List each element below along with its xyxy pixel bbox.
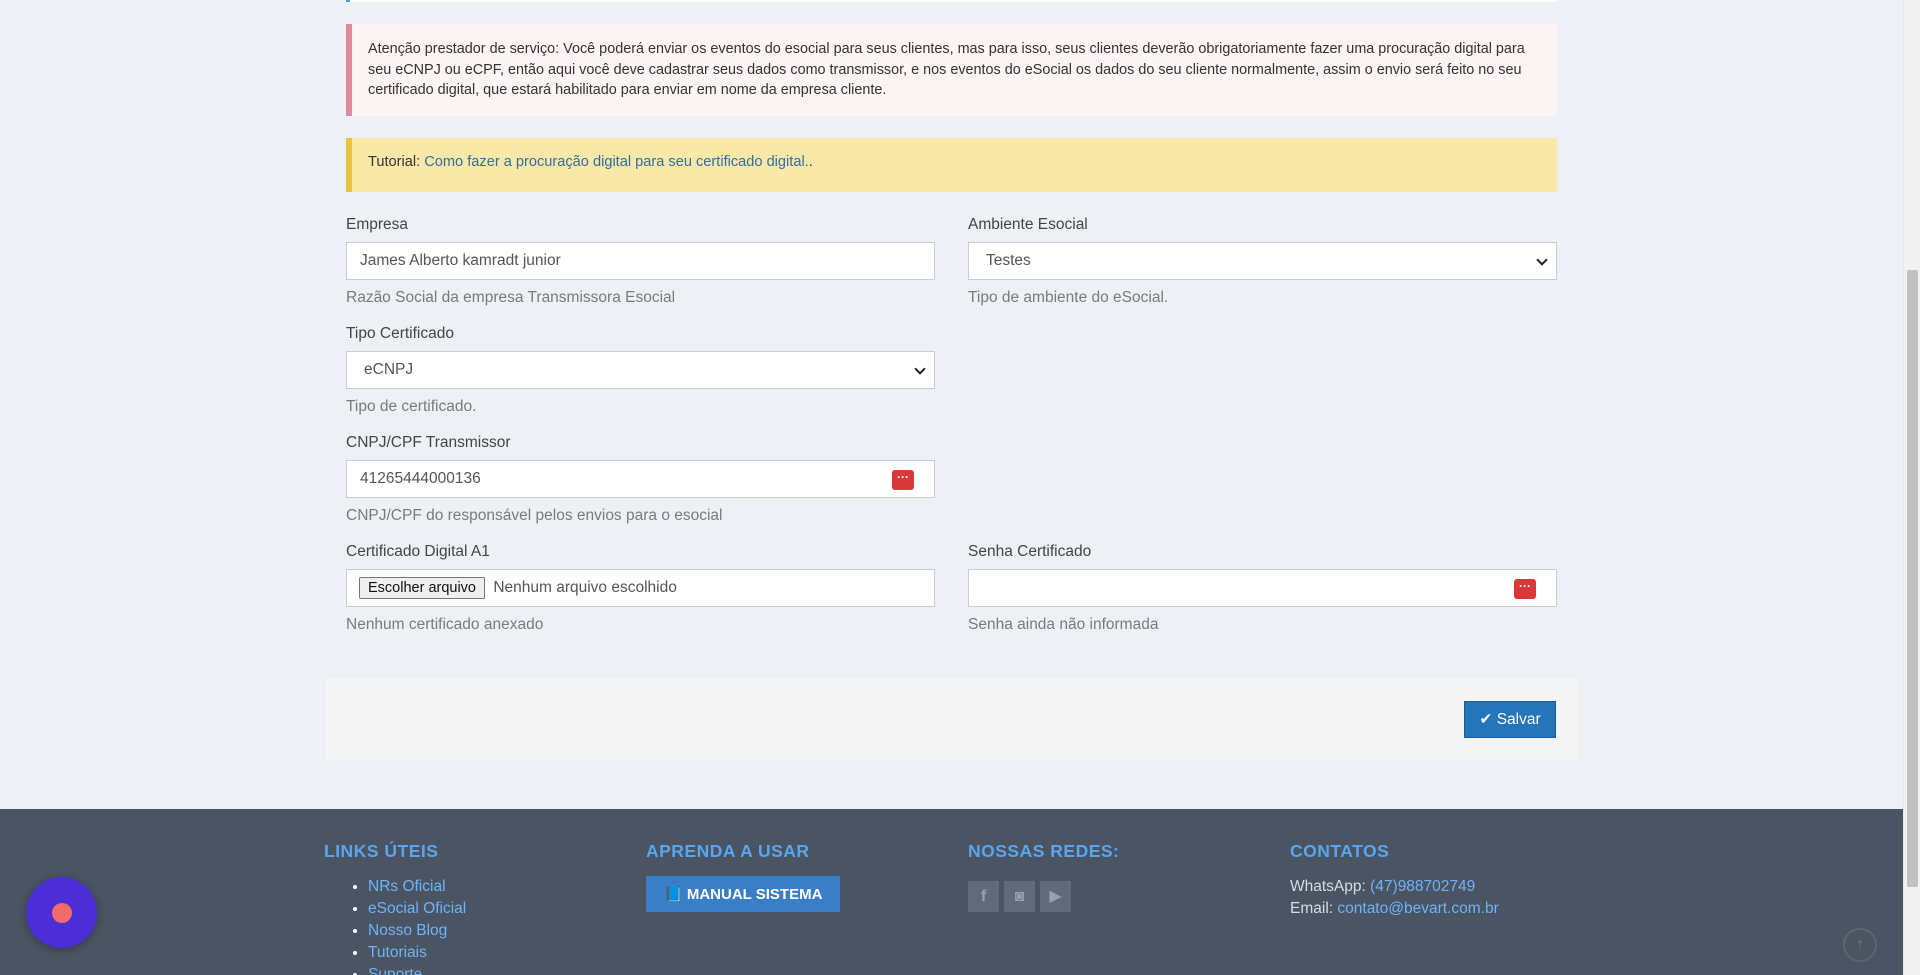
- email-link[interactable]: contato@bevart.com.br: [1337, 900, 1498, 917]
- save-label: Salvar: [1496, 711, 1541, 728]
- tutorial-link[interactable]: Como fazer a procuração digital para seu…: [424, 154, 809, 170]
- certificado-file-input: Escolher arquivo Nenhum arquivo escolhid…: [346, 568, 935, 607]
- chevron-down-icon: [914, 362, 926, 375]
- chevron-down-icon: [1536, 253, 1548, 266]
- senha-label: Senha Certificado: [968, 542, 1092, 560]
- footer-links: LINKS ÚTEIS NRs Oficial eSocial Oficial …: [324, 841, 466, 975]
- ambiente-help: Tipo de ambiente do eSocial.: [968, 288, 1169, 306]
- site-footer: LINKS ÚTEIS NRs Oficial eSocial Oficial …: [0, 809, 1903, 975]
- password-manager-icon[interactable]: ···: [1514, 578, 1536, 599]
- tipo-certificado-help: Tipo de certificado.: [346, 397, 477, 415]
- tipo-certificado-value: eCNPJ: [364, 360, 414, 378]
- file-name: Nenhum arquivo escolhido: [493, 578, 677, 596]
- chat-widget-button[interactable]: [26, 877, 97, 948]
- empresa-help: Razão Social da empresa Transmissora Eso…: [346, 288, 676, 306]
- form-row-1: Empresa James Alberto kamradt junior Raz…: [346, 216, 1557, 307]
- alert-text: Atenção prestador de serviço: Você poder…: [368, 41, 1525, 98]
- ambiente-value: Testes: [986, 251, 1031, 269]
- facebook-icon[interactable]: f: [968, 881, 999, 912]
- tutorial-label: Tutorial:: [368, 153, 421, 170]
- book-icon: 📘: [664, 886, 683, 903]
- back-to-top-button[interactable]: ↑: [1843, 928, 1877, 962]
- footer-link-blog[interactable]: Nosso Blog: [368, 922, 447, 939]
- certificado-label: Certificado Digital A1: [346, 542, 490, 560]
- cnpj-input[interactable]: 41265444000136 ···: [346, 459, 935, 498]
- ambiente-label: Ambiente Esocial: [968, 215, 1088, 233]
- learn-title: APRENDA A USAR: [646, 841, 810, 861]
- form-actions: ✔ Salvar: [325, 678, 1578, 760]
- certificado-group: Certificado Digital A1 Escolher arquivo …: [346, 543, 935, 634]
- senha-help: Senha ainda não informada: [968, 615, 1159, 633]
- scrollbar[interactable]: [1903, 0, 1920, 975]
- empresa-group: Empresa James Alberto kamradt junior Raz…: [346, 216, 935, 307]
- footer-contacts: CONTATOS WhatsApp: (47)988702749 Email: …: [1290, 841, 1499, 920]
- footer-link-tutoriais[interactable]: Tutoriais: [368, 944, 427, 961]
- choose-file-button[interactable]: Escolher arquivo: [359, 576, 485, 599]
- certificado-help: Nenhum certificado anexado: [346, 615, 544, 633]
- service-provider-alert: Atenção prestador de serviço: Você poder…: [346, 24, 1557, 116]
- password-manager-icon[interactable]: ···: [892, 469, 914, 490]
- senha-group: Senha Certificado ··· Senha ainda não in…: [968, 543, 1557, 634]
- tutorial-alert: Tutorial: Como fazer a procuração digita…: [346, 137, 1557, 192]
- chat-indicator-icon: [52, 903, 72, 923]
- tipo-certificado-select[interactable]: eCNPJ: [346, 350, 935, 389]
- footer-learn: APRENDA A USAR 📘 MANUAL SISTEMA: [646, 841, 841, 912]
- ambiente-group: Ambiente Esocial Testes Tipo de ambiente…: [968, 216, 1557, 307]
- tipo-certificado-group: Tipo Certificado eCNPJ Tipo de certifica…: [346, 325, 935, 416]
- footer-link-nrs[interactable]: NRs Oficial: [368, 878, 446, 895]
- cnpj-value: 41265444000136: [360, 469, 481, 487]
- form-row-3: CNPJ/CPF Transmissor 41265444000136 ··· …: [346, 434, 1557, 525]
- footer-link-esocial[interactable]: eSocial Oficial: [368, 900, 466, 917]
- empresa-input[interactable]: James Alberto kamradt junior: [346, 241, 935, 280]
- empresa-label: Empresa: [346, 215, 409, 233]
- senha-input[interactable]: ···: [968, 568, 1557, 607]
- instagram-icon[interactable]: ◙: [1004, 881, 1035, 912]
- cnpj-group: CNPJ/CPF Transmissor 41265444000136 ··· …: [346, 434, 935, 525]
- form-row-4: Certificado Digital A1 Escolher arquivo …: [346, 543, 1557, 634]
- tutorial-suffix: .: [808, 153, 813, 170]
- top-panel-edge: [346, 0, 1557, 2]
- cnpj-help: CNPJ/CPF do responsável pelos envios par…: [346, 506, 723, 524]
- youtube-icon[interactable]: ▶: [1040, 881, 1071, 912]
- scrollbar-thumb[interactable]: [1907, 270, 1918, 887]
- main-content: Atenção prestador de serviço: Você poder…: [346, 0, 1557, 634]
- cnpj-label: CNPJ/CPF Transmissor: [346, 433, 511, 451]
- contacts-title: CONTATOS: [1290, 841, 1390, 861]
- ambiente-select[interactable]: Testes: [968, 241, 1557, 280]
- arrow-up-icon: ↑: [1855, 934, 1865, 954]
- manual-button[interactable]: 📘 MANUAL SISTEMA: [646, 876, 841, 912]
- links-title: LINKS ÚTEIS: [324, 841, 439, 861]
- tipo-certificado-label: Tipo Certificado: [346, 324, 454, 342]
- save-button[interactable]: ✔ Salvar: [1464, 701, 1556, 738]
- whatsapp-label: WhatsApp:: [1290, 878, 1366, 895]
- whatsapp-link[interactable]: (47)988702749: [1370, 878, 1475, 895]
- footer-link-suporte[interactable]: Suporte: [368, 966, 422, 975]
- manual-label: MANUAL SISTEMA: [686, 886, 823, 903]
- footer-social: NOSSAS REDES: f ◙ ▶: [968, 841, 1119, 912]
- email-label: Email:: [1290, 900, 1334, 917]
- form-row-2: Tipo Certificado eCNPJ Tipo de certifica…: [346, 325, 1557, 416]
- social-title: NOSSAS REDES:: [968, 841, 1120, 861]
- check-icon: ✔: [1479, 711, 1493, 728]
